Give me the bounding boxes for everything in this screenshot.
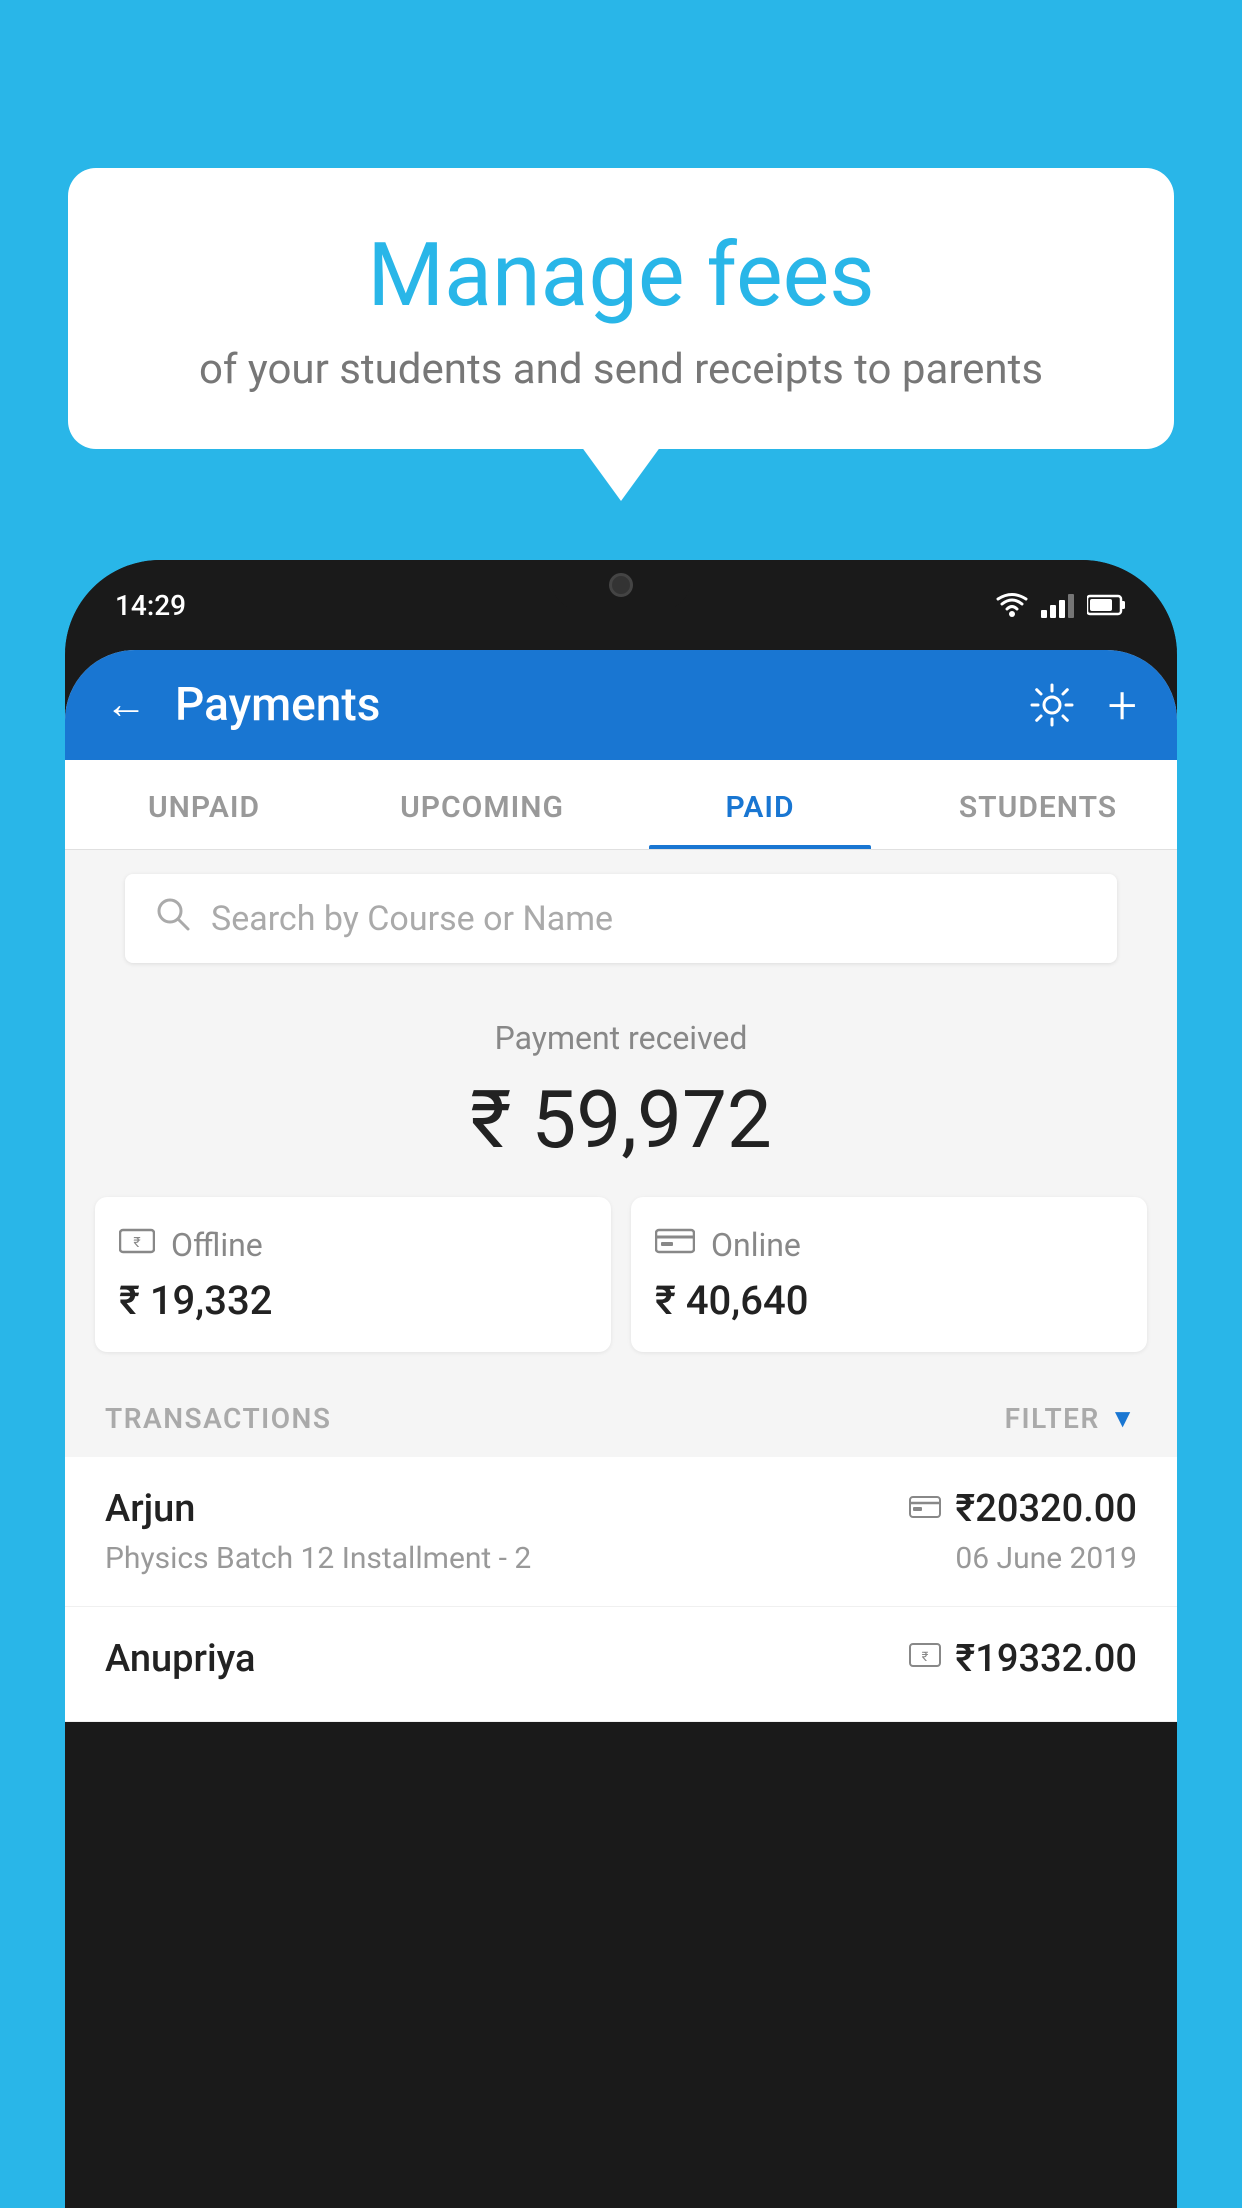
payment-cards: ₹ Offline ₹ 19,332: [95, 1197, 1147, 1352]
tab-unpaid[interactable]: UNPAID: [65, 760, 343, 849]
notch-camera: [609, 573, 633, 597]
offline-card: ₹ Offline ₹ 19,332: [95, 1197, 611, 1352]
payment-label: Payment received: [85, 1019, 1157, 1057]
transaction-type-icon: [909, 1492, 941, 1527]
transaction-item[interactable]: Arjun ₹20320.00 Physics Batch 12 Install…: [65, 1457, 1177, 1607]
payment-amount: ₹ 59,972: [85, 1073, 1157, 1167]
header-icons: +: [1028, 675, 1137, 736]
status-icons: [995, 592, 1127, 618]
transaction-name: Arjun: [105, 1487, 195, 1531]
speech-bubble: Manage fees of your students and send re…: [68, 168, 1174, 449]
tab-upcoming[interactable]: UPCOMING: [343, 760, 621, 849]
rupee-note-icon: ₹: [119, 1226, 155, 1256]
filter-label: FILTER: [1005, 1402, 1100, 1435]
transaction-amount: ₹20320.00: [955, 1487, 1137, 1531]
status-bar: 14:29: [65, 560, 1177, 650]
offline-label: Offline: [171, 1226, 263, 1264]
transaction-amount: ₹19332.00: [955, 1637, 1137, 1681]
transaction-amount-wrap: ₹ ₹19332.00: [909, 1637, 1137, 1681]
phone-frame: 14:29: [65, 560, 1177, 2208]
offline-icon: ₹: [119, 1225, 155, 1265]
online-icon: [655, 1225, 695, 1265]
transaction-course: Physics Batch 12 Installment - 2: [105, 1541, 531, 1576]
search-placeholder: Search by Course or Name: [211, 899, 613, 939]
transaction-name: Anupriya: [105, 1637, 255, 1681]
search-icon-svg: [155, 896, 191, 932]
filter-button[interactable]: FILTER ▼: [1005, 1402, 1137, 1435]
tab-students[interactable]: STUDENTS: [899, 760, 1177, 849]
online-amount: ₹ 40,640: [655, 1277, 1123, 1324]
transaction-type-icon: ₹: [909, 1641, 941, 1677]
phone-screen: ← Payments + UNPAID UPCOMING PAID STUDEN…: [65, 650, 1177, 1722]
payment-summary: Payment received ₹ 59,972: [65, 983, 1177, 1197]
tab-paid[interactable]: PAID: [621, 760, 899, 849]
signal-icon: [1041, 592, 1075, 618]
rupee-note-icon-small: ₹: [909, 1641, 941, 1669]
card-icon-small: [909, 1495, 941, 1519]
transaction-date: 06 June 2019: [955, 1541, 1137, 1576]
app-header: ← Payments +: [65, 650, 1177, 760]
back-button[interactable]: ←: [105, 684, 147, 726]
battery-icon: [1087, 594, 1127, 616]
settings-icon[interactable]: [1028, 681, 1076, 729]
online-label: Online: [711, 1226, 801, 1264]
credit-card-icon: [655, 1226, 695, 1256]
status-time: 14:29: [115, 589, 186, 622]
online-card: Online ₹ 40,640: [631, 1197, 1147, 1352]
page-title: Payments: [175, 678, 1028, 732]
transaction-item[interactable]: Anupriya ₹ ₹19332.00: [65, 1607, 1177, 1722]
tab-bar: UNPAID UPCOMING PAID STUDENTS: [65, 760, 1177, 850]
transactions-header: TRANSACTIONS FILTER ▼: [65, 1376, 1177, 1457]
notch: [551, 560, 691, 610]
search-icon: [155, 896, 191, 941]
offline-amount: ₹ 19,332: [119, 1277, 587, 1324]
bubble-subtitle: of your students and send receipts to pa…: [118, 345, 1124, 394]
add-button[interactable]: +: [1108, 675, 1137, 736]
filter-icon: ▼: [1110, 1403, 1137, 1434]
wifi-icon: [995, 592, 1029, 618]
search-bar[interactable]: Search by Course or Name: [125, 874, 1117, 963]
transactions-label: TRANSACTIONS: [105, 1402, 331, 1435]
svg-text:₹: ₹: [133, 1235, 140, 1251]
bubble-title: Manage fees: [118, 228, 1124, 325]
svg-text:₹: ₹: [922, 1650, 929, 1665]
transaction-amount-wrap: ₹20320.00: [909, 1487, 1137, 1531]
